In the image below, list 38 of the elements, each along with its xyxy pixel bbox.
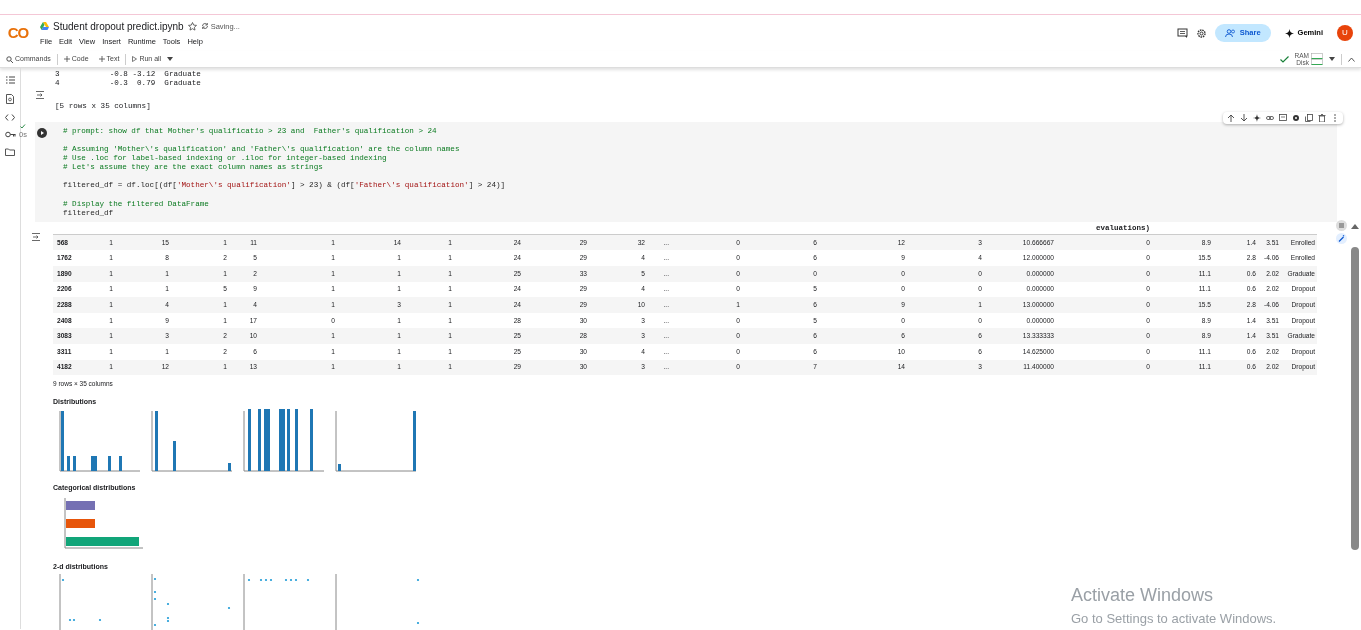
notebook-title[interactable]: Student dropout predict.ipynb — [53, 18, 184, 34]
sync-icon — [200, 22, 209, 31]
user-avatar[interactable]: U — [1337, 25, 1353, 41]
copy-icon[interactable] — [1305, 113, 1313, 122]
arrow-up-icon[interactable] — [1227, 113, 1235, 122]
activation-title: Activate Windows — [1071, 584, 1215, 607]
magic-pencil-icon[interactable] — [1336, 233, 1347, 244]
arrow-down-icon[interactable] — [1240, 113, 1248, 122]
drive-icon[interactable] — [40, 22, 49, 31]
delete-icon[interactable] — [1318, 113, 1326, 122]
code-icon[interactable] — [5, 114, 15, 121]
star-icon[interactable] — [187, 21, 197, 31]
document-search-icon[interactable] — [6, 94, 14, 104]
settings-icon[interactable] — [1292, 113, 1300, 122]
usage-bars-icon — [1311, 53, 1323, 65]
output-toggle-icon[interactable] — [31, 232, 41, 241]
people-icon — [1224, 29, 1236, 37]
caret-icon[interactable] — [1329, 57, 1335, 61]
search-icon — [6, 55, 13, 63]
comment-icon[interactable] — [1279, 113, 1287, 122]
plus-icon — [98, 56, 105, 62]
play-icon — [132, 56, 138, 62]
sparkle-icon — [1284, 28, 1294, 38]
plus-icon — [63, 56, 70, 62]
settings-icon[interactable] — [1195, 27, 1207, 39]
chevron-up-icon[interactable] — [1348, 56, 1355, 62]
output-toggle-icon[interactable] — [35, 91, 45, 100]
scrollbar-thumb-icon[interactable] — [1351, 247, 1359, 550]
caret-icon[interactable] — [167, 57, 174, 61]
form-icon[interactable] — [1336, 220, 1347, 231]
comment-icon[interactable] — [1176, 28, 1188, 38]
sparkle-icon[interactable] — [1253, 113, 1261, 122]
run-cell-icon[interactable] — [37, 127, 47, 138]
link-icon[interactable] — [1266, 113, 1274, 122]
folder-icon[interactable] — [5, 148, 15, 156]
scroll-up-icon[interactable] — [1351, 224, 1359, 229]
key-icon[interactable] — [4, 131, 16, 138]
list-icon[interactable] — [5, 76, 15, 84]
